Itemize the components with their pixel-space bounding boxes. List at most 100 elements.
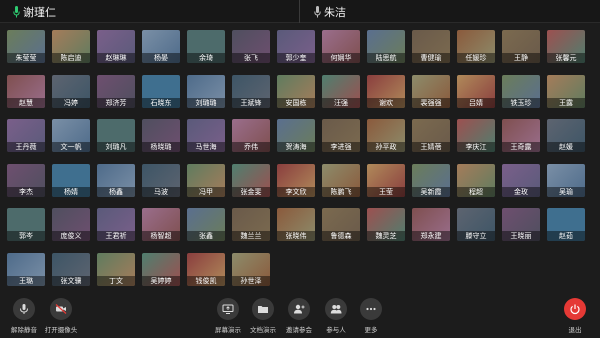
participant-tile[interactable]: 魏兰兰 (232, 208, 270, 241)
participant-tile[interactable]: 王璐 (7, 252, 45, 286)
more-dots-icon (360, 298, 382, 320)
camera-off-icon (50, 298, 72, 320)
leave-button[interactable]: 退出 (553, 292, 597, 338)
participant-tile[interactable]: 吴瑜 (547, 163, 585, 197)
participant-tile[interactable]: 何娴华 (322, 30, 360, 63)
participant-name: 裴强强 (412, 97, 450, 108)
participant-tile[interactable]: 张金斐 (232, 163, 270, 197)
participant-tile[interactable]: 张馨元 (547, 30, 585, 63)
participant-tile[interactable]: 余琦 (187, 30, 225, 63)
participant-tile[interactable]: 鲁德森 (322, 208, 360, 241)
screen-share-icon (217, 298, 239, 320)
participant-tile[interactable]: 李杰 (7, 163, 45, 197)
participant-tile[interactable]: 庞俊义 (52, 208, 90, 241)
participant-tile[interactable]: 王奇露 (502, 119, 540, 152)
participant-tile[interactable]: 郑永建 (412, 208, 450, 241)
participant-tile[interactable]: 王露 (547, 74, 585, 108)
participant-tile[interactable]: 李文欣 (277, 163, 315, 197)
participant-tile[interactable]: 王丹薇 (7, 119, 45, 152)
participant-tile[interactable]: 杨晓璐 (142, 119, 180, 152)
participant-tile[interactable]: 朱莹莹 (7, 30, 45, 63)
participant-tile[interactable]: 任媛珍 (457, 30, 495, 63)
participant-tile[interactable]: 金玫 (502, 163, 540, 197)
participant-tile[interactable]: 马波 (142, 163, 180, 197)
participant-name: 张鑫 (187, 231, 225, 241)
participant-name: 马世海 (187, 142, 225, 152)
participant-tile[interactable]: 乔伟 (232, 119, 270, 152)
participant-tile[interactable]: 赵媛 (547, 119, 585, 152)
participant-tile[interactable]: 贺涛海 (277, 119, 315, 152)
participant-name: 马波 (142, 186, 180, 197)
participant-tile[interactable]: 郑济芳 (97, 74, 135, 108)
participant-tile[interactable]: 张鑫 (187, 208, 225, 241)
participant-tile[interactable]: 刘璐璐 (187, 74, 225, 108)
participant-tile[interactable]: 谢欢 (367, 74, 405, 108)
speaker-left-name: 谢瑾仁 (23, 5, 56, 19)
participant-tile[interactable]: 孙平政 (367, 119, 405, 152)
participant-tile[interactable]: 陈启迪 (52, 30, 90, 63)
participant-tile[interactable]: 冯甲 (187, 163, 225, 197)
participant-tile[interactable]: 郭岑 (7, 208, 45, 241)
participant-tile[interactable]: 王晓丽 (502, 208, 540, 241)
participant-name: 王璐 (7, 275, 45, 286)
unmute-label: 解除静音 (11, 326, 37, 334)
participant-name: 王晓丽 (502, 231, 540, 241)
participant-tile[interactable]: 吴婷婷 (142, 252, 180, 286)
doc-share-label: 文档演示 (250, 326, 276, 334)
participant-tile[interactable]: 文一帆 (52, 119, 90, 152)
participant-tile[interactable]: 王婧蓓 (412, 119, 450, 152)
participant-tile[interactable]: 张晓伟 (277, 208, 315, 241)
participant-tile[interactable]: 王斌锋 (232, 74, 270, 108)
participant-tile[interactable]: 王莹 (367, 163, 405, 197)
participant-tile[interactable]: 刘璐凡 (97, 119, 135, 152)
participant-tile[interactable]: 郭少奎 (277, 30, 315, 63)
participant-tile[interactable]: 赵慧 (7, 74, 45, 108)
participant-tile[interactable]: 安国栋 (277, 74, 315, 108)
participant-tile[interactable]: 王静 (502, 30, 540, 63)
participant-tile[interactable]: 滕守立 (457, 208, 495, 241)
mic-icon (314, 5, 321, 17)
participant-name: 刘璐璐 (187, 97, 225, 108)
participant-tile[interactable]: 吕婧 (457, 74, 495, 108)
participant-tile[interactable]: 石晓东 (142, 74, 180, 108)
participant-name: 王露 (547, 97, 585, 108)
participant-name: 赵茹 (547, 231, 585, 241)
users-icon (325, 298, 347, 320)
participant-name: 王静 (502, 53, 540, 63)
participant-tile[interactable]: 魏灵芝 (367, 208, 405, 241)
participant-tile[interactable]: 吴新霞 (412, 163, 450, 197)
participant-tile[interactable]: 张飞 (232, 30, 270, 63)
participant-tile[interactable]: 裴强强 (412, 74, 450, 108)
participant-name: 冯婷 (52, 97, 90, 108)
participant-name: 冯甲 (187, 186, 225, 197)
participant-tile[interactable]: 铁玉珍 (502, 74, 540, 108)
participant-tile[interactable]: 陆思航 (367, 30, 405, 63)
participant-name: 滕守立 (457, 231, 495, 241)
participant-tile[interactable]: 陈鹏飞 (322, 163, 360, 197)
participant-tile[interactable]: 李庆江 (457, 119, 495, 152)
participant-tile[interactable]: 马世海 (187, 119, 225, 152)
participant-name: 何娴华 (322, 53, 360, 63)
participant-tile[interactable]: 孙世泽 (232, 252, 270, 286)
participant-tile[interactable]: 赵茹 (547, 208, 585, 241)
participant-tile[interactable]: 程超 (457, 163, 495, 197)
participant-tile[interactable]: 赵琳琳 (97, 30, 135, 63)
participant-tile[interactable]: 汪强 (322, 74, 360, 108)
participant-tile[interactable]: 杨婧 (52, 163, 90, 197)
participant-tile[interactable]: 曹健瑜 (412, 30, 450, 63)
participant-tile[interactable]: 王君祈 (97, 208, 135, 241)
participant-tile[interactable]: 杨鑫 (97, 163, 135, 197)
participant-tile[interactable]: 杨晏 (142, 30, 180, 63)
participant-tile[interactable]: 钱俊凯 (187, 252, 225, 286)
camera-button[interactable]: 打开摄像头 (39, 292, 83, 338)
participant-name: 郑永建 (412, 231, 450, 241)
participant-name: 杨晏 (142, 53, 180, 63)
participant-tile[interactable]: 冯婷 (52, 74, 90, 108)
participant-tile[interactable]: 杨智超 (142, 208, 180, 241)
participant-name: 乔伟 (232, 142, 270, 152)
participant-name: 张馨元 (547, 53, 585, 63)
more-button[interactable]: 更多 (349, 292, 393, 338)
participant-tile[interactable]: 李进强 (322, 119, 360, 152)
participant-tile[interactable]: 张文骥 (52, 252, 90, 286)
participant-tile[interactable]: 丁文 (97, 252, 135, 286)
